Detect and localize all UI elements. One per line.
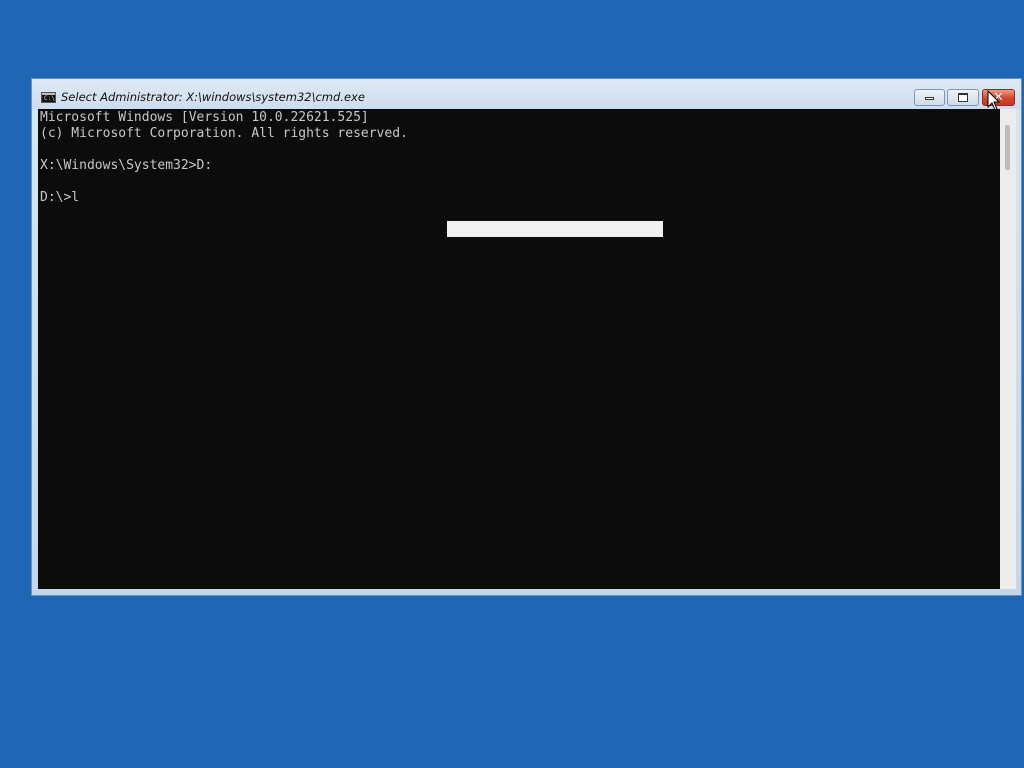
minimize-icon — [925, 97, 934, 100]
console-prompt[interactable]: D:\>l — [40, 190, 79, 206]
cmd-window[interactable]: C:\ Select Administrator: X:\windows\sys… — [31, 78, 1022, 596]
console-line: Microsoft Windows [Version 10.0.22621.52… — [40, 110, 369, 125]
scroll-thumb[interactable] — [1005, 125, 1010, 170]
cmd-icon[interactable]: C:\ — [41, 92, 56, 103]
title-bar[interactable]: C:\ Select Administrator: X:\windows\sys… — [32, 79, 1021, 109]
maximize-button[interactable] — [947, 89, 979, 106]
maximize-icon — [958, 93, 968, 102]
minimize-button[interactable] — [914, 89, 945, 106]
console-line: X:\Windows\System32>D: — [40, 158, 213, 173]
console-output[interactable]: Microsoft Windows [Version 10.0.22621.52… — [38, 109, 1000, 589]
cmd-icon-label: C:\ — [44, 95, 55, 102]
selection-highlight — [447, 221, 663, 237]
console-line: (c) Microsoft Corporation. All rights re… — [40, 126, 408, 141]
vertical-scrollbar[interactable] — [1000, 109, 1016, 589]
window-title: Select Administrator: X:\windows\system3… — [61, 90, 365, 104]
mouse-cursor-icon — [987, 90, 1001, 111]
